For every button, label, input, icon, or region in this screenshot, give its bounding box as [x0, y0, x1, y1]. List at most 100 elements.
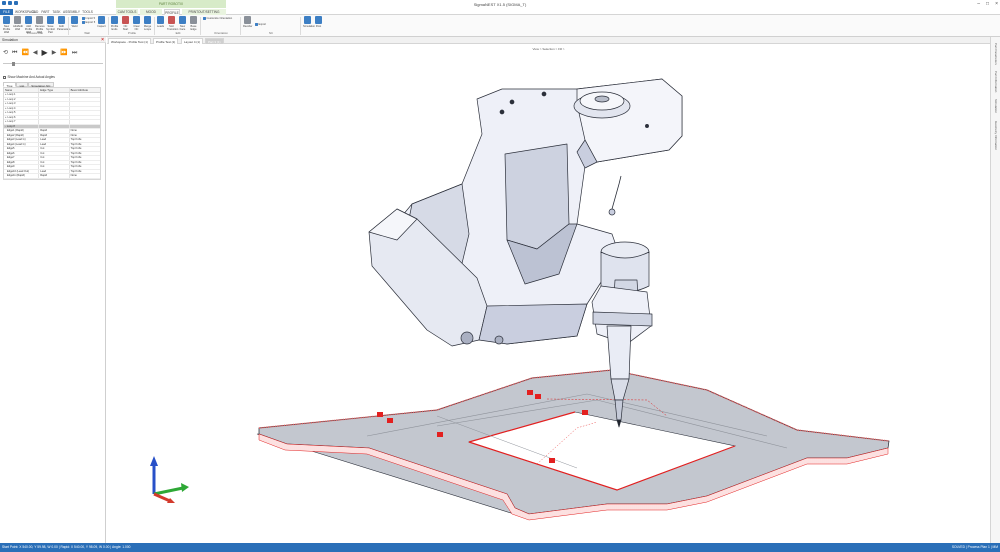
- bevel-attribute-cell: Top Knife: [70, 138, 82, 141]
- skip-back-icon[interactable]: ⏮: [12, 49, 17, 57]
- base-edge-button[interactable]: Base Edge: [189, 16, 198, 31]
- edge-name-cell: Edge3 (Lead In): [4, 138, 40, 142]
- close-icon[interactable]: ×: [995, 0, 998, 8]
- reorder-button[interactable]: Reorder: [243, 16, 252, 28]
- bevel-attribute-cell: [70, 107, 100, 111]
- sort-transition-icon: [168, 16, 175, 24]
- clear-nc-icon: [133, 16, 140, 24]
- inspect-button[interactable]: Inspect: [97, 16, 106, 28]
- minimize-icon[interactable]: –: [977, 0, 980, 8]
- table-row[interactable]: Edge11 (Rapid) Rapid None: [4, 174, 100, 179]
- group-label-edit: Edit: [175, 31, 181, 35]
- dock-tab-simulation[interactable]: Simulation: [994, 99, 998, 113]
- dock-tab-part-parameters[interactable]: Part Parameters: [994, 43, 998, 65]
- joint-bearing: [460, 331, 474, 345]
- profile-ends-button[interactable]: Profile Ends: [110, 16, 119, 31]
- clear-nc-button[interactable]: Clear NC: [132, 16, 141, 31]
- customize-orientation-button[interactable]: Customize Orientation: [203, 17, 232, 20]
- dock-tab-geometry-information[interactable]: Geometry Information: [994, 121, 998, 150]
- weld-button[interactable]: Weld: [70, 16, 79, 28]
- fast-forward-icon[interactable]: ⏩: [60, 49, 67, 57]
- edge-name-cell: +Loop 7: [4, 120, 40, 124]
- import-button[interactable]: Import 5: [82, 17, 95, 20]
- tab-marker[interactable]: [549, 458, 555, 463]
- edge-type-cell: [39, 124, 70, 128]
- rewind-icon[interactable]: ⏪: [21, 49, 28, 57]
- new-face-button[interactable]: New Face: [178, 16, 187, 31]
- step-forward-icon[interactable]: ▶: [52, 49, 57, 57]
- simulation-button[interactable]: Simulation: [303, 16, 315, 28]
- tab-marker[interactable]: [535, 394, 541, 399]
- column-header[interactable]: Bevel Attribute: [70, 88, 100, 92]
- 3d-viewport[interactable]: View > Selection > Fill >: [107, 44, 990, 543]
- edge-name-label: Loop 5: [7, 111, 16, 114]
- nc-start-button[interactable]: NC Start: [121, 16, 130, 31]
- expand-icon[interactable]: +: [5, 98, 7, 101]
- edge-type-cell: [39, 102, 70, 106]
- bevel-attribute-cell: None: [70, 133, 77, 137]
- show-angles-checkbox[interactable]: Show Machine And Actual Angles: [3, 75, 55, 79]
- edge-type-cell: [39, 115, 70, 119]
- post-button[interactable]: Post: [314, 16, 323, 28]
- export-button[interactable]: Export 5: [82, 21, 95, 24]
- edge-type-cell: Cut: [39, 147, 70, 151]
- head-clamp: [592, 311, 653, 327]
- tool-holder: [606, 325, 632, 380]
- expand-icon[interactable]: +: [5, 93, 7, 96]
- tab-marker[interactable]: [527, 390, 533, 395]
- play-icon[interactable]: ▶: [42, 49, 48, 57]
- edge-type-cell: Cut: [39, 165, 70, 169]
- edge-name-cell: Edge1 (Rapid): [4, 129, 40, 133]
- dock-tab-part-information[interactable]: Part Information: [994, 71, 998, 92]
- edge-type-cell: Cut: [39, 156, 70, 160]
- export-icon: [82, 21, 85, 24]
- edit-parameters-button[interactable]: Edit Parameters: [57, 16, 70, 31]
- reset-icon[interactable]: ⟲: [3, 49, 8, 57]
- cad-scene[interactable]: [107, 44, 990, 543]
- tab-marker[interactable]: [437, 432, 443, 437]
- step-back-icon[interactable]: ◀: [33, 49, 38, 57]
- new-face-icon: [179, 16, 186, 24]
- leads-button[interactable]: Leads: [156, 16, 165, 28]
- tab-marker[interactable]: [387, 418, 393, 423]
- slider-thumb[interactable]: [12, 61, 15, 66]
- add-edit-wall-button[interactable]: Add/Edit Wall: [13, 16, 23, 31]
- bevel-attribute-cell: [70, 125, 100, 129]
- bevel-attribute-cell: Top Knife: [70, 160, 82, 164]
- merge-loops-button[interactable]: Merge Loops: [143, 16, 152, 31]
- skip-forward-icon[interactable]: ⏭: [72, 49, 77, 57]
- sort-transition-button[interactable]: Sort Transition: [167, 16, 178, 31]
- export-nc-button[interactable]: Export: [255, 23, 266, 26]
- close-panel-icon[interactable]: ×: [101, 37, 104, 43]
- column-header[interactable]: Edge Type: [39, 88, 70, 92]
- application-window: PART ROBOTIX SigmaNEST X1.5 (SIGMA_T) – …: [0, 0, 1000, 552]
- bevel-attribute-cell: [70, 111, 100, 115]
- tab-marker[interactable]: [377, 412, 383, 417]
- collapse-icon[interactable]: -: [5, 125, 6, 128]
- expand-icon[interactable]: +: [5, 120, 7, 123]
- expand-icon[interactable]: +: [5, 116, 7, 119]
- simulation-speed-slider[interactable]: [3, 63, 103, 64]
- inspect-icon: [98, 16, 105, 24]
- bevel-attribute-cell: Top Knife: [70, 151, 82, 155]
- workpiece-plate[interactable]: [256, 369, 890, 521]
- edge-name-cell: +Loop 2: [4, 97, 40, 101]
- checkbox-box[interactable]: [3, 75, 6, 79]
- tab-marker[interactable]: [582, 410, 588, 415]
- edge-name-cell: Edge5: [4, 147, 40, 151]
- edge-type-cell: Lead: [39, 169, 70, 173]
- edge-name-cell: Edge6: [4, 151, 40, 155]
- expand-icon[interactable]: +: [5, 102, 7, 105]
- expand-icon[interactable]: +: [5, 111, 7, 114]
- edge-type-cell: [39, 120, 70, 124]
- edge-name-cell: +Loop 5: [4, 111, 40, 115]
- edge-name-label: Loop 6: [7, 115, 16, 119]
- edge-type-cell: Rapid: [39, 174, 70, 178]
- ribbon-separator: [200, 17, 201, 35]
- expand-icon[interactable]: +: [5, 107, 7, 110]
- maximize-icon[interactable]: □: [986, 0, 989, 8]
- column-header[interactable]: Name: [4, 88, 40, 92]
- rotary-bore: [594, 95, 610, 103]
- edge-name-label: Loop 8: [6, 124, 15, 128]
- window-title: SigmaNEST X1.5 (SIGMA_T): [473, 1, 527, 7]
